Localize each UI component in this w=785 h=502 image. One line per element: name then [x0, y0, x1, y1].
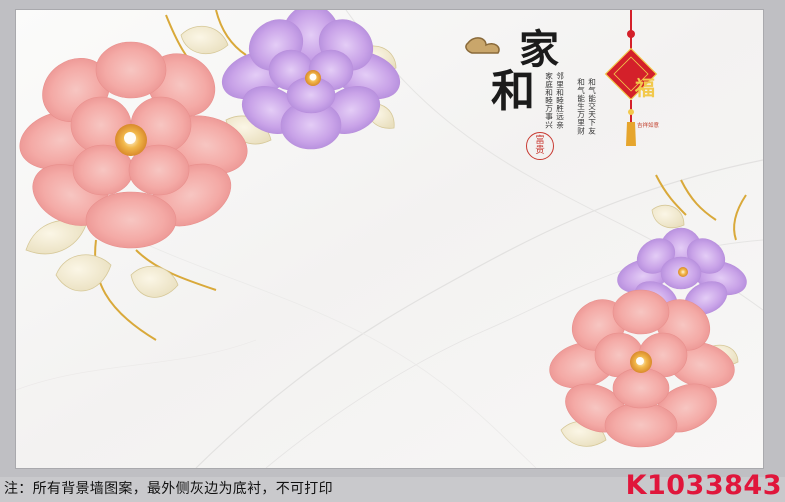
gray-backing-frame: 家 和 和气能交天下友 和气能生万里财 邻里和睦胜远亲 家庭和睦万事兴 富 贵 …: [0, 0, 785, 477]
printing-note: 注：所有背景墙图案，最外侧灰边为底衬，不可打印: [4, 481, 333, 497]
product-code: K1033843: [625, 470, 782, 501]
cloud-motif: [465, 37, 500, 54]
poem-column-1: 和气能交天下友: [587, 78, 597, 135]
mural-canvas: 家 和 和气能交天下友 和气能生万里财 邻里和睦胜远亲 家庭和睦万事兴 富 贵 …: [16, 10, 763, 468]
poem-column-4: 家庭和睦万事兴: [544, 72, 554, 129]
red-seal-stamp: 富 贵: [526, 132, 554, 160]
pendant-fu-char: 福: [635, 76, 655, 100]
poem-column-2: 和气能生万里财: [576, 78, 586, 135]
pink-peony-left: [19, 41, 248, 249]
poem-column-3: 邻里和睦胜远亲: [555, 72, 565, 129]
title-char-he: 和: [491, 66, 535, 117]
pendant-caption: 吉祥如意: [637, 123, 660, 129]
seal-char-bottom: 贵: [535, 145, 545, 156]
title-char-jia: 家: [519, 26, 559, 73]
